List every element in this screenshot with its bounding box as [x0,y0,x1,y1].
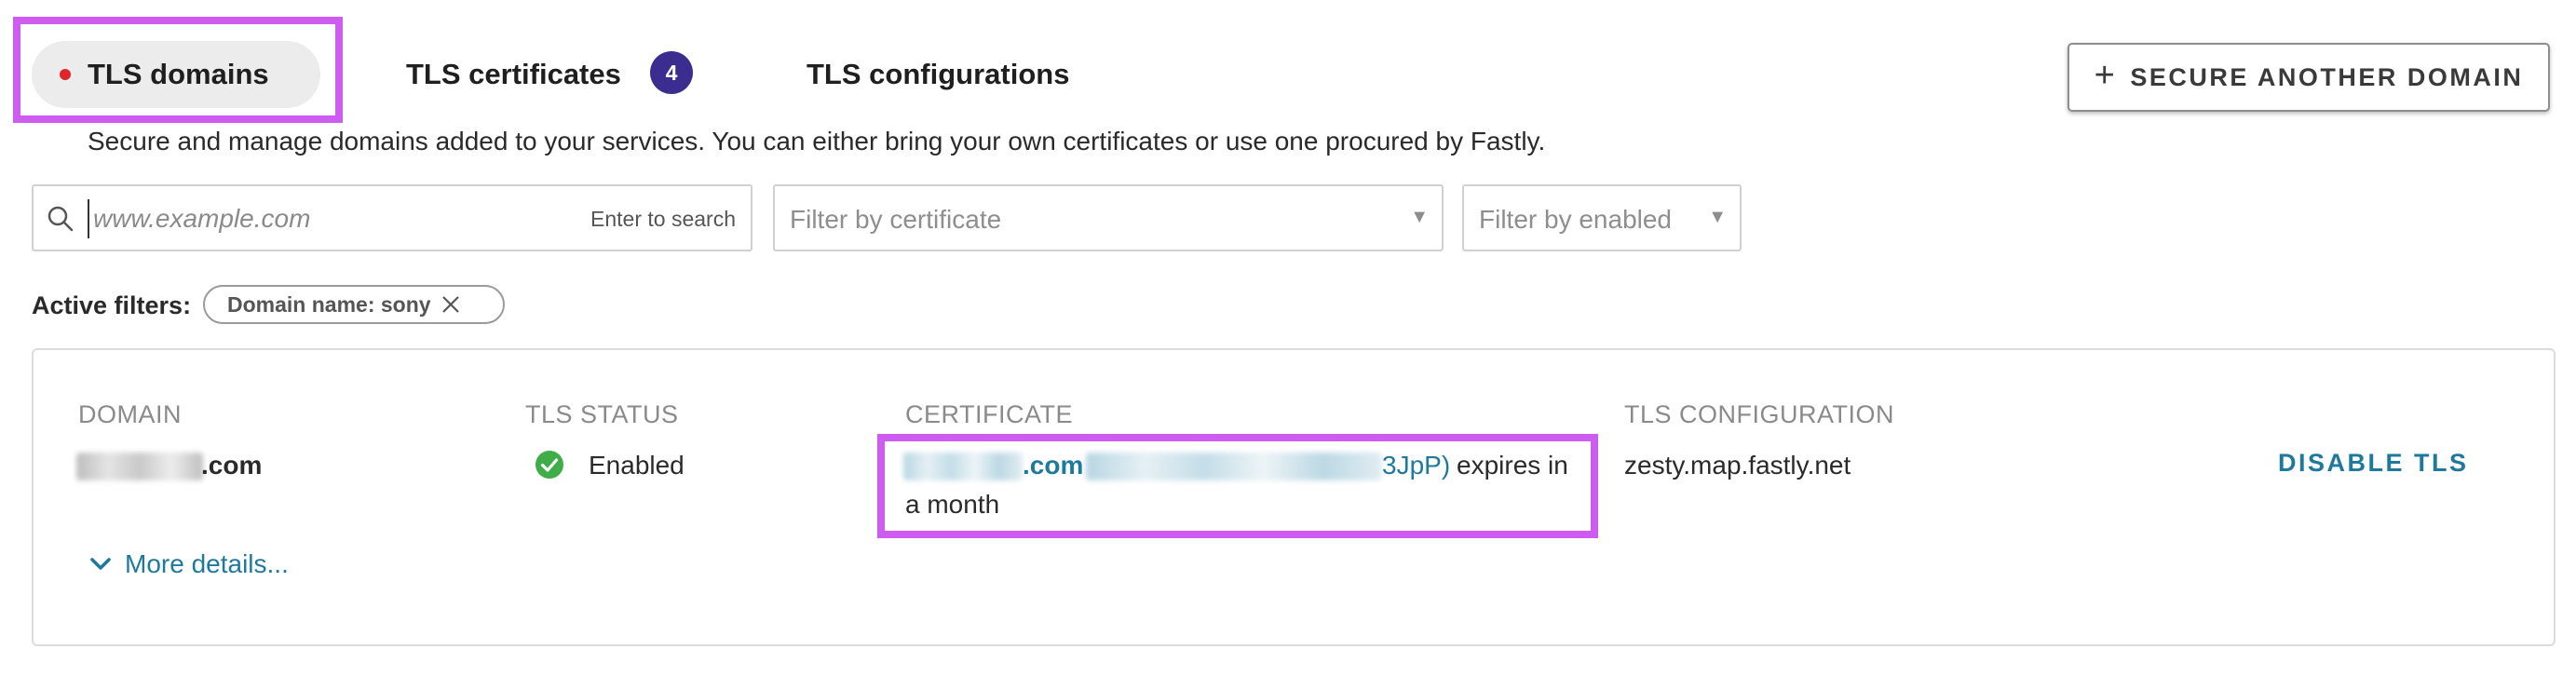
secure-another-domain-button[interactable]: + SECURE ANOTHER DOMAIN [2068,43,2550,112]
column-header-tls-configuration: TLS CONFIGURATION [1624,400,1895,428]
certificate-filter-select[interactable]: Filter by certificate ▼ [773,184,1444,251]
close-icon[interactable] [441,294,461,315]
certificate-filter-placeholder: Filter by certificate [790,205,1002,234]
search-box: Enter to search [32,184,752,251]
column-header-certificate: CERTIFICATE [905,400,1074,428]
enabled-filter-select[interactable]: Filter by enabled ▼ [1462,184,1742,251]
check-circle-icon [536,451,563,479]
disable-tls-button[interactable]: DISABLE TLS [2278,449,2469,478]
tls-configuration-value: zesty.map.fastly.net [1624,451,1851,480]
column-header-domain: DOMAIN [78,400,182,428]
redacted-domain-name [76,453,203,480]
tab-tls-certificates[interactable]: TLS certificates [406,58,621,91]
more-details-label: More details... [125,549,289,578]
chevron-down-icon [90,558,111,570]
dropdown-arrow-icon: ▼ [1708,207,1727,227]
filter-chip-domain-name: Domain name: sony [203,285,505,324]
search-hint: Enter to search [590,207,736,231]
certificates-count-badge: 4 [650,51,693,94]
tab-highlight-box [13,17,343,123]
page-description: Secure and manage domains added to your … [88,127,1546,155]
search-input[interactable] [88,199,579,238]
certificate-highlight-box [877,434,1598,538]
enabled-filter-placeholder: Filter by enabled [1479,205,1673,234]
active-filters-label: Active filters: [32,291,192,319]
more-details-toggle[interactable]: More details... [89,549,289,579]
secure-button-label: SECURE ANOTHER DOMAIN [2130,62,2524,91]
column-header-tls-status: TLS STATUS [525,400,679,428]
tab-tls-configurations[interactable]: TLS configurations [807,58,1069,91]
dropdown-arrow-icon: ▼ [1410,207,1429,227]
search-icon [47,206,74,232]
plus-icon: + [2094,56,2118,95]
domain-suffix: .com [201,451,263,480]
tls-status-value: Enabled [589,451,685,480]
filter-chip-label: Domain name: sony [227,291,431,317]
